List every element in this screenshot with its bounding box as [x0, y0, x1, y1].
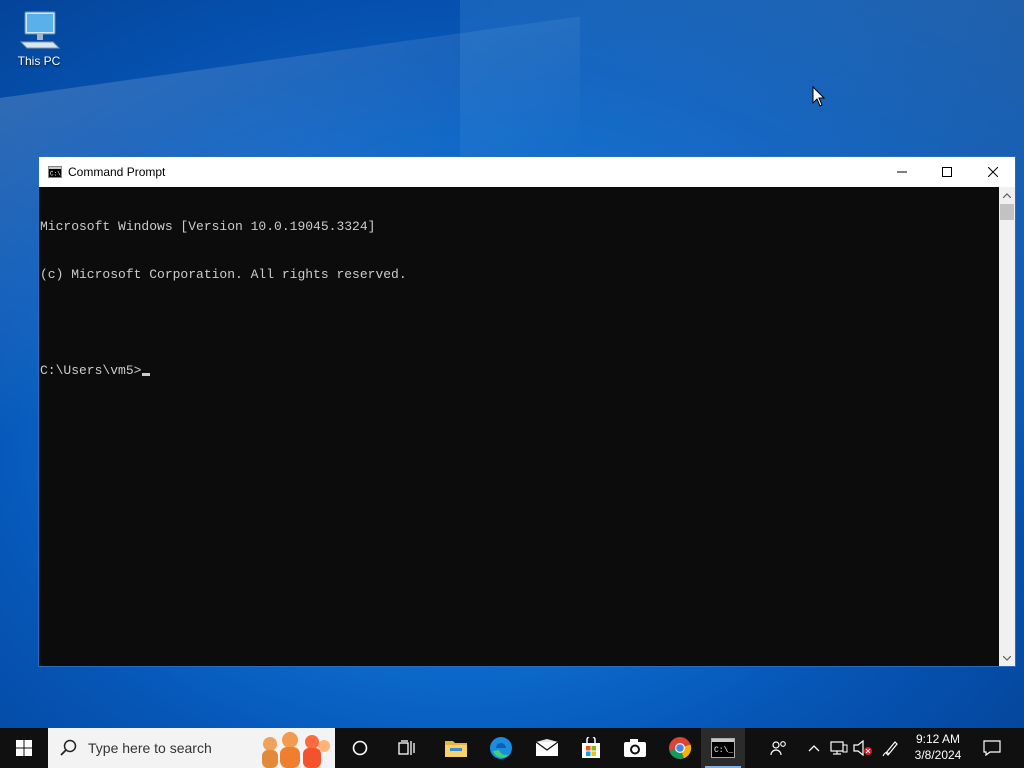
task-view-icon: [398, 740, 415, 755]
task-view-button[interactable]: [385, 728, 429, 768]
store-icon: [582, 737, 600, 758]
store-button[interactable]: [569, 728, 613, 768]
mail-icon: [535, 739, 559, 756]
maximize-icon: [941, 167, 952, 177]
minimize-button[interactable]: [879, 157, 924, 187]
search-highlight-illustration-icon: [262, 732, 330, 768]
clock-time: 9:12 AM: [915, 732, 961, 746]
mail-button[interactable]: [525, 728, 569, 768]
text-cursor: [142, 373, 151, 376]
desktop-icon-this-pc[interactable]: This PC: [8, 8, 70, 68]
close-button[interactable]: [970, 157, 1015, 187]
chrome-icon: [669, 737, 692, 759]
pen-workspace-button[interactable]: [879, 728, 903, 768]
clock-date: 3/8/2024: [914, 748, 962, 762]
console-prompt: C:\Users\vm5>: [40, 363, 142, 378]
cmd-icon: C:\_: [711, 738, 735, 758]
mouse-cursor-icon: [812, 86, 826, 107]
edge-icon: [490, 737, 512, 759]
people-icon: [770, 741, 786, 756]
pen-icon: [882, 741, 898, 757]
console-line: (c) Microsoft Corporation. All rights re…: [40, 267, 407, 282]
taskbar: Type here to search C:\_ 9:12 AM 3/8/202…: [0, 728, 1024, 768]
people-button[interactable]: [766, 728, 792, 768]
console-prompt-line[interactable]: C:\Users\vm5>: [39, 363, 999, 379]
command-prompt-window[interactable]: C:\ Command Prompt Microsoft Windows [Ve…: [38, 156, 1016, 667]
camera-icon: [624, 739, 646, 757]
cortana-button[interactable]: [338, 728, 382, 768]
maximize-button[interactable]: [924, 157, 969, 187]
svg-text:C:\_: C:\_: [714, 746, 733, 755]
window-title: Command Prompt: [68, 165, 166, 179]
circle-icon: [352, 740, 368, 756]
volume-muted-icon: [853, 740, 872, 756]
scrollbar-thumb[interactable]: [1000, 204, 1014, 220]
chevron-up-icon: [1003, 192, 1011, 198]
vertical-scrollbar[interactable]: [999, 187, 1015, 666]
edge-button[interactable]: [479, 728, 523, 768]
console-output[interactable]: Microsoft Windows [Version 10.0.19045.33…: [39, 187, 999, 666]
svg-text:C:\: C:\: [50, 171, 61, 178]
start-button[interactable]: [0, 728, 48, 768]
close-icon: [987, 167, 998, 177]
computer-icon: [19, 11, 61, 49]
folder-icon: [445, 741, 467, 757]
minimize-icon: [896, 171, 907, 173]
chevron-up-icon: [808, 745, 820, 752]
file-explorer-button[interactable]: [434, 728, 478, 768]
show-hidden-icons-button[interactable]: [804, 728, 824, 768]
camera-button[interactable]: [613, 728, 657, 768]
cmd-icon: C:\: [48, 166, 62, 178]
console-line: Microsoft Windows [Version 10.0.19045.33…: [40, 219, 376, 234]
notification-icon: [983, 740, 1001, 756]
search-placeholder: Type here to search: [88, 740, 212, 756]
action-center-button[interactable]: [978, 728, 1006, 768]
chevron-down-icon: [1003, 655, 1011, 661]
desktop-icon-label: This PC: [17, 54, 61, 68]
chrome-button[interactable]: [658, 728, 702, 768]
network-button[interactable]: [828, 728, 850, 768]
scroll-down-button[interactable]: [999, 650, 1015, 666]
taskbar-search-box[interactable]: Type here to search: [48, 728, 335, 768]
scroll-up-button[interactable]: [999, 187, 1015, 203]
command-prompt-taskbar-button[interactable]: C:\_: [701, 728, 745, 768]
window-titlebar[interactable]: C:\ Command Prompt: [39, 157, 1015, 187]
search-icon: [60, 739, 77, 756]
windows-logo-icon: [16, 740, 32, 756]
network-icon: [830, 741, 848, 755]
taskbar-clock[interactable]: 9:12 AM 3/8/2024: [906, 731, 970, 763]
volume-button[interactable]: [852, 728, 874, 768]
